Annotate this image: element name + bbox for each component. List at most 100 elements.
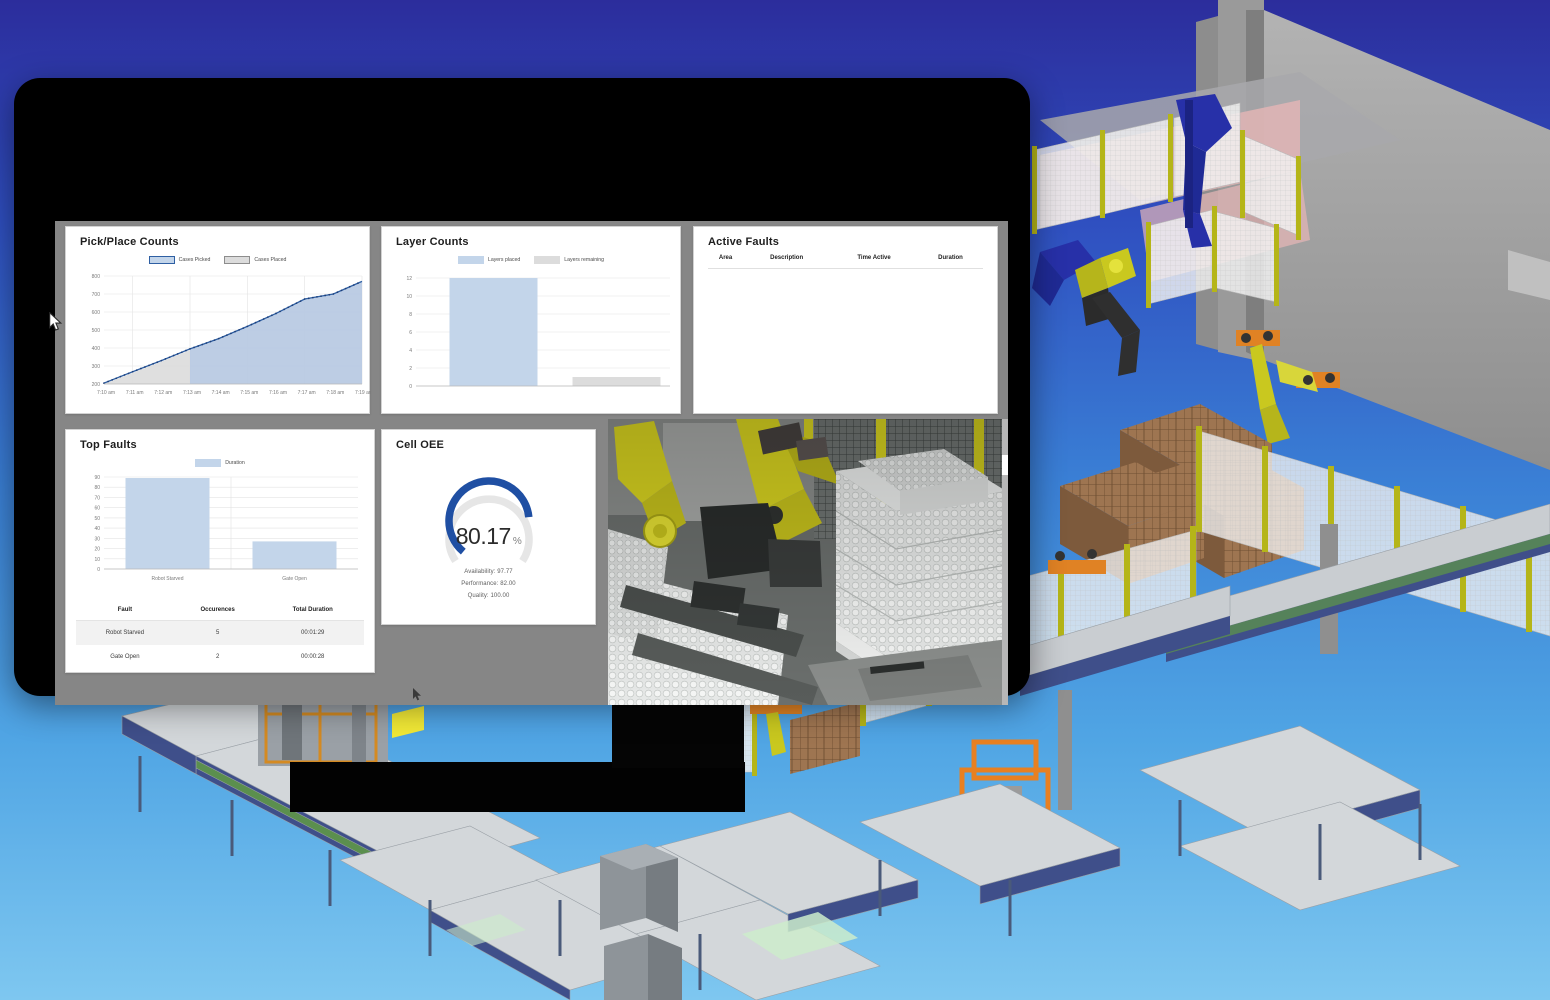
svg-text:4: 4 [409,348,412,354]
table-header-row: Fault Occurences Total Duration [76,600,364,621]
panel-cell-oee: Cell OEE 80.17% Availability: 97.77 Perf… [381,429,596,625]
svg-text:6: 6 [409,330,412,336]
svg-text:700: 700 [92,292,101,298]
svg-text:7:19 am: 7:19 am [355,390,371,396]
svg-text:7:17 am: 7:17 am [298,390,316,396]
monitor-stand-base [290,762,745,812]
panel-title-top-faults: Top Faults [80,439,137,451]
svg-text:50: 50 [94,516,100,522]
column-header-area: Area [708,248,744,269]
svg-text:70: 70 [94,495,100,501]
svg-text:40: 40 [94,526,100,532]
table-row[interactable]: Robot Starved 5 00:01:29 [76,620,364,645]
oee-metrics-list: Availability: 97.77 Performance: 82.00 Q… [382,563,595,599]
panel-top-faults: Top Faults Duration 0 10 20 30 40 50 60 70 80 90 … [65,429,375,673]
column-header-fault: Fault [76,600,174,621]
svg-text:0: 0 [409,384,412,390]
hmi-dashboard: Pick/Place Counts Cases Picked Cases Pla… [55,221,1008,705]
panel-title-layer-counts: Layer Counts [396,236,469,248]
table-row[interactable]: Gate Open 2 00:00:28 [76,645,364,669]
svg-text:7:14 am: 7:14 am [212,390,230,396]
column-header-time-active: Time Active [830,248,918,269]
svg-text:90: 90 [94,475,100,481]
svg-text:7:13 am: 7:13 am [183,390,201,396]
panel-title-pick-place: Pick/Place Counts [80,236,179,248]
panel-title-active-faults: Active Faults [708,236,780,248]
fault-occurences: 2 [215,654,220,660]
legend-top-faults: Duration [66,457,374,469]
svg-text:0: 0 [97,567,100,573]
mouse-cursor-secondary [413,688,422,705]
legend-swatch-layers-remaining [534,256,561,264]
svg-text:12: 12 [406,276,412,282]
svg-text:300: 300 [92,364,101,370]
live-camera-feed[interactable] [608,419,1008,705]
svg-text:500: 500 [92,328,101,334]
svg-text:400: 400 [92,346,101,352]
oee-performance: Performance: 82.00 [461,581,516,587]
legend-label-cases-placed: Cases Placed [254,257,287,263]
fault-occurences: 5 [215,630,220,636]
svg-text:30: 30 [94,536,100,542]
svg-text:2: 2 [409,366,412,372]
fault-total-duration: 00:00:28 [301,654,325,660]
svg-text:8: 8 [409,312,412,318]
column-header-total-duration: Total Duration [261,600,364,621]
legend-swatch-cases-picked [148,256,175,264]
panel-active-faults: Active Faults Area Description Time Acti… [693,226,998,414]
panel-title-cell-oee: Cell OEE [396,439,445,451]
table-header-row: Area Description Time Active Duration [708,248,983,269]
legend-label-duration: Duration [225,460,245,466]
svg-text:200: 200 [92,382,101,388]
oee-percent-sign: % [512,536,522,547]
oee-availability: Availability: 97.77 [464,569,513,575]
legend-item-duration: Duration [195,459,245,467]
svg-text:Robot Starved: Robot Starved [152,576,184,582]
svg-text:80: 80 [94,485,100,491]
legend-item-cases-picked: Cases Picked [148,256,210,264]
svg-text:Gate Open: Gate Open [282,576,307,582]
chart-layer-counts: 0 2 4 6 8 10 12 [382,266,680,413]
fault-total-duration: 00:01:29 [301,630,325,636]
svg-text:600: 600 [92,310,101,316]
active-faults-table: Area Description Time Active Duration [708,248,983,269]
svg-text:7:10 am: 7:10 am [97,390,115,396]
legend-swatch-layers-placed [457,256,484,264]
top-faults-table: Fault Occurences Total Duration Robot St… [76,600,364,669]
svg-text:7:12 am: 7:12 am [154,390,172,396]
legend-swatch-cases-placed [224,256,251,264]
chart-top-faults: 0 10 20 30 40 50 60 70 80 90 Robot Starved Gate Op… [66,469,374,594]
svg-text:10: 10 [94,557,100,563]
legend-item-layers-placed: Layers placed [457,256,521,264]
top-faults-table-body: Robot Starved 5 00:01:29 Gate Open 2 00:00:28 [76,620,364,670]
fault-name: Gate Open [110,654,140,660]
svg-text:20: 20 [94,547,100,553]
svg-text:60: 60 [94,506,100,512]
legend-item-cases-placed: Cases Placed [224,256,286,264]
chart-pick-place-counts: 200 300 400 500 600 700 800 7:10 am 7:11 am 7:12… [66,266,373,411]
panel-pick-place-counts: Pick/Place Counts Cases Picked Cases Pla… [65,226,373,414]
column-header-description: Description [743,248,831,269]
legend-label-layers-remaining: Layers remaining [564,257,605,263]
mouse-cursor [49,311,63,336]
legend-label-layers-placed: Layers placed [487,257,521,263]
active-faults-table-wrapper: Area Description Time Active Duration [694,248,997,269]
svg-text:7:18 am: 7:18 am [326,390,344,396]
legend-item-layers-remaining: Layers remaining [534,256,604,264]
active-faults-empty-area [694,269,997,387]
fault-name: Robot Starved [105,630,145,636]
svg-text:7:16 am: 7:16 am [269,390,287,396]
legend-pick-place: Cases Picked Cases Placed [66,254,369,266]
monitor-bezel: Pick/Place Counts Cases Picked Cases Pla… [14,78,1030,705]
cell-oee-body: 80.17% Availability: 97.77 Performance: … [382,451,595,619]
oee-quality: Quality: 100.00 [467,593,510,599]
oee-value-number: 80.17 [455,523,512,549]
svg-text:10: 10 [406,294,412,300]
legend-layer-counts: Layers placed Layers remaining [382,254,680,266]
legend-swatch-duration [195,459,222,467]
svg-text:7:11 am: 7:11 am [126,390,144,396]
column-header-occurences: Occurences [173,600,262,621]
svg-text:800: 800 [92,274,101,280]
oee-value-display: 80.17% [455,523,522,550]
top-faults-table-wrapper: Fault Occurences Total Duration Robot St… [76,600,364,669]
